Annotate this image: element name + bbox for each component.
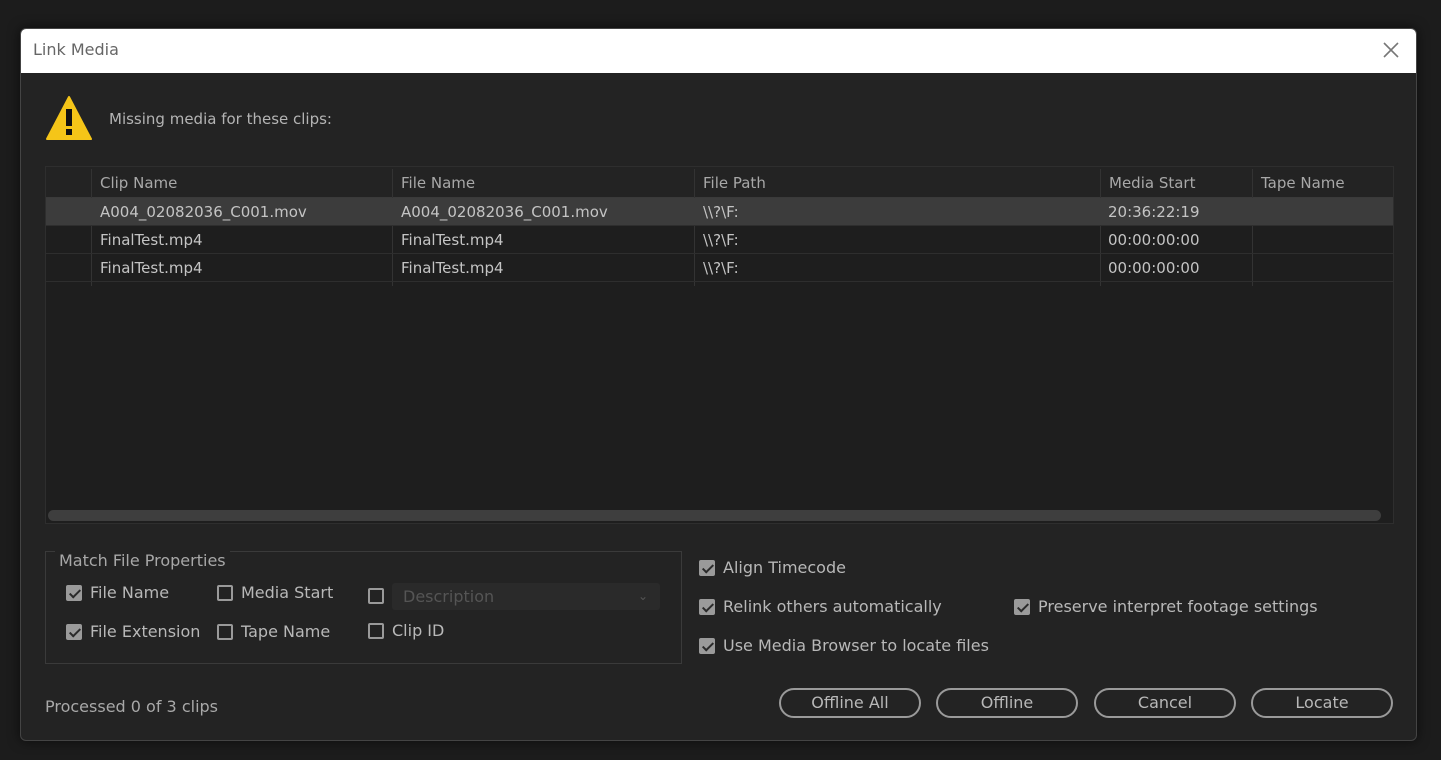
media-start-checkbox[interactable]: Media Start — [217, 583, 333, 602]
match-file-properties-legend: Match File Properties — [55, 551, 230, 570]
table-row[interactable]: FinalTest.mp4 FinalTest.mp4 \\?\F: 00:00… — [46, 254, 1393, 282]
preserve-interpret-checkbox[interactable]: Preserve interpret footage settings — [1014, 597, 1318, 616]
chevron-down-icon: ⌄ — [637, 589, 648, 603]
cancel-button[interactable]: Cancel — [1094, 688, 1236, 718]
align-timecode-checkbox[interactable]: Align Timecode — [699, 558, 846, 577]
cell-file-name: FinalTest.mp4 — [401, 231, 504, 249]
cell-clip-name: A004_02082036_C001.mov — [100, 203, 307, 221]
horizontal-scrollbar[interactable] — [46, 507, 1393, 523]
checkbox-label: Use Media Browser to locate files — [723, 636, 989, 655]
table-header: Clip Name File Name File Path Media Star… — [46, 167, 1393, 198]
offline-button[interactable]: Offline — [936, 688, 1078, 718]
dialog-title: Link Media — [33, 40, 119, 59]
checkbox-unchecked-icon[interactable] — [217, 584, 233, 601]
cell-media-start: 00:00:00:00 — [1108, 231, 1200, 249]
checkbox-checked-icon[interactable] — [699, 559, 715, 576]
warning-icon — [45, 95, 93, 141]
cell-clip-name: FinalTest.mp4 — [100, 259, 203, 277]
column-header-clip-name[interactable]: Clip Name — [100, 174, 177, 192]
column-header-tape-name[interactable]: Tape Name — [1261, 174, 1345, 192]
cell-media-start: 00:00:00:00 — [1108, 259, 1200, 277]
file-name-checkbox[interactable]: File Name — [66, 583, 169, 602]
checkbox-checked-icon[interactable] — [66, 584, 82, 601]
cell-file-path: \\?\F: — [703, 203, 739, 221]
table-row[interactable]: A004_02082036_C001.mov A004_02082036_C00… — [46, 198, 1393, 226]
description-dropdown-value: Description — [403, 587, 495, 606]
scrollbar-thumb[interactable] — [48, 510, 1381, 521]
title-bar: Link Media — [21, 29, 1416, 73]
description-checkbox[interactable] — [368, 588, 392, 604]
locate-button[interactable]: Locate — [1251, 688, 1393, 718]
checkbox-label: File Name — [90, 583, 170, 602]
checkbox-checked-icon[interactable] — [699, 598, 715, 615]
checkbox-checked-icon[interactable] — [1014, 598, 1030, 615]
description-dropdown: Description ⌄ — [392, 583, 660, 610]
clip-id-checkbox[interactable]: Clip ID — [368, 621, 444, 640]
checkbox-label: Align Timecode — [723, 558, 846, 577]
cell-clip-name: FinalTest.mp4 — [100, 231, 203, 249]
checkbox-label: Preserve interpret footage settings — [1038, 597, 1318, 616]
column-header-media-start[interactable]: Media Start — [1109, 174, 1195, 192]
cell-file-path: \\?\F: — [703, 259, 739, 277]
checkbox-label: File Extension — [90, 622, 201, 641]
checkbox-unchecked-icon[interactable] — [368, 588, 384, 604]
checkbox-label: Clip ID — [392, 621, 445, 640]
close-icon[interactable] — [1380, 39, 1402, 61]
column-header-file-path[interactable]: File Path — [703, 174, 766, 192]
checkbox-label: Media Start — [241, 583, 334, 602]
cell-file-name: FinalTest.mp4 — [401, 259, 504, 277]
checkbox-checked-icon[interactable] — [66, 623, 82, 640]
file-extension-checkbox[interactable]: File Extension — [66, 622, 200, 641]
relink-others-checkbox[interactable]: Relink others automatically — [699, 597, 942, 616]
cell-file-path: \\?\F: — [703, 231, 739, 249]
checkbox-label: Tape Name — [241, 622, 331, 641]
offline-all-button[interactable]: Offline All — [779, 688, 921, 718]
checkbox-checked-icon[interactable] — [699, 637, 715, 654]
tape-name-checkbox[interactable]: Tape Name — [217, 622, 330, 641]
use-media-browser-checkbox[interactable]: Use Media Browser to locate files — [699, 636, 989, 655]
table-row[interactable]: FinalTest.mp4 FinalTest.mp4 \\?\F: 00:00… — [46, 226, 1393, 254]
cell-media-start: 20:36:22:19 — [1108, 203, 1200, 221]
warning-message: Missing media for these clips: — [109, 110, 332, 128]
link-media-dialog: Link Media Missing media for these clips… — [20, 28, 1417, 741]
checkbox-unchecked-icon[interactable] — [217, 623, 233, 640]
cell-file-name: A004_02082036_C001.mov — [401, 203, 608, 221]
status-text: Processed 0 of 3 clips — [45, 697, 218, 716]
column-header-file-name[interactable]: File Name — [401, 174, 475, 192]
missing-clips-table: Clip Name File Name File Path Media Star… — [45, 166, 1394, 524]
checkbox-unchecked-icon[interactable] — [368, 622, 384, 639]
checkbox-label: Relink others automatically — [723, 597, 942, 616]
